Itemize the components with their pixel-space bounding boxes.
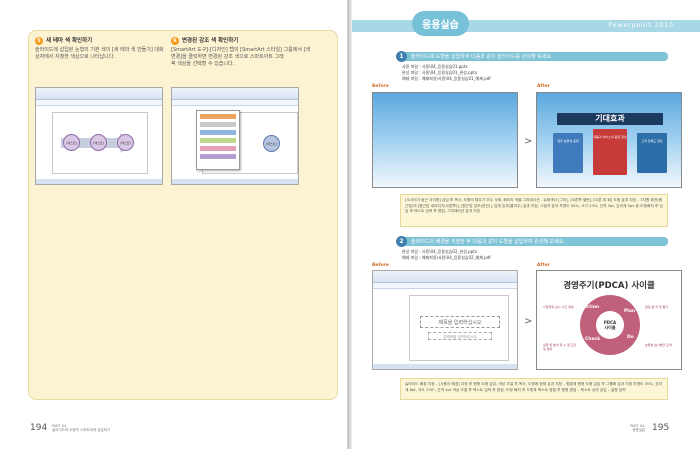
slide-canvas: [텍스트] [텍스트] [텍스트] [52,112,148,174]
after-slide-1: 기대효과 업무 효율성 증대 제품과 서비스의 품질 향상 고객 만족도 향상 [536,92,682,188]
pdca-label: 실행 및 분석 및 수 정 조건 및 결과 [543,343,577,351]
left-page: 5 새 테마 색 확인하기 슬라이드에 삽입된 눈형의 기본 색이 [새 테마 … [0,0,348,449]
smartart-node: [텍스트] [90,134,107,151]
after-slide-2: 경영주기(PDCA) 사이클 PDCA 사이클 Plan Do Check Ac… [536,270,682,370]
page-number: 194 [30,423,48,433]
pdca-label: 효율성 실시방안 모색 [645,343,672,347]
screenshot-step6: [텍스트] [171,87,299,185]
screenshot-step5: [텍스트] [텍스트] [텍스트] [35,87,163,185]
step-desc-line: [SmartArt 도구]-[디자인] 탭의 [SmartArt 스타일] 그룹… [171,47,311,53]
arrow-icon: > [524,316,533,327]
subtitle-placeholder[interactable]: 부제목을 입력하십시오 [428,332,492,340]
before-slide-1 [372,92,518,188]
part-label: PART 04. 응용실습 [630,424,646,432]
book-spread: 5 새 테마 색 확인하기 슬라이드에 삽입된 눈형의 기본 색이 [새 테마 … [0,0,700,449]
title-placeholder[interactable]: 제목을 입력하십시오 [420,316,500,328]
page-number: 195 [652,423,670,433]
step-desc-line: 상자에서 지정한 색상으로 나타납니다. [35,54,115,60]
step-title: 새 테마 색 확인하기 [46,37,93,44]
section-2-files: 완성 파일 : 사용\04_응용실습02_완성.pptx 예제 파일 : 예제파… [402,249,491,260]
smartart-node: [텍스트] [117,134,134,151]
before-label: Before [372,263,389,268]
section-2-bar: 2 슬라이드의 배경을 지정한 후 다음과 같이 도형을 삽입하여 완성해 보세… [396,236,668,247]
before-slide-2: 제목을 입력하십시오 부제목을 입력하십시오 [372,270,518,370]
book-shape: 고객 만족도 향상 [637,133,667,173]
section-number: 1 [396,51,407,62]
steps-panel: 5 새 테마 색 확인하기 슬라이드에 삽입된 눈형의 기본 색이 [새 테마 … [28,30,338,400]
header-right-text: Powerpoint 2010 [608,22,674,29]
step-desc-line: 픽 색상을 선택할 수 있습니다. [171,61,235,67]
pdca-word: Action [583,305,600,310]
before-label: Before [372,84,389,89]
pdca-label: 점검 분 석 및 평가 [645,305,669,309]
section-2-note: 슬라이드 배경 지정 – [사용자 배경] 지정 후 원형 도형 삽입, 색상 … [400,378,668,400]
step-5: 5 새 테마 색 확인하기 슬라이드에 삽입된 눈형의 기본 색이 [새 테마 … [35,37,180,61]
pdca-word: Do [627,335,634,340]
book-shape: 제품과 서비스의 품질 향상 [593,129,627,175]
section-1-files: 사용 파일 : 사용\04_응용실습01.pptx 완성 파일 : 사용\04_… [402,64,491,81]
step-6: 6 변경된 강조 색 확인하기 [SmartArt 도구]-[디자인] 탭의 [… [171,37,336,68]
step-title: 변경된 강조 색 확인하기 [182,37,239,44]
section-title: 슬라이드의 배경을 지정한 후 다음과 같이 도형을 삽입하여 완성해 보세요. [411,239,565,245]
smartart-node: [텍스트] [63,134,80,151]
after-label: After [537,84,550,89]
smartart-node: [텍스트] [263,135,280,152]
section-1-note: [오서리가 둥근 사각형] 삽입 후 복사, 도형의 채우기 모두 삭제, 페이… [400,194,668,227]
section-title: 슬라이드에 도형을 삽입하여 다음과 같이 슬라이드를 완성해 보세요. [411,54,553,60]
step-desc-line: 변경]을 클릭하면 변경된 강조 색으로 스마트아트 그래 [171,54,284,60]
arrow-icon: > [524,136,533,147]
step-desc-line: 슬라이드에 삽입된 눈형의 기본 색이 [새 테마 색 만들기] 대화 [35,47,164,53]
step-number: 5 [35,37,43,45]
pdca-center: PDCA 사이클 [596,311,624,339]
page-header-title: 응용실습 [412,11,469,36]
pdca-label: 사업계획 실시 시간 계획 [543,305,574,309]
after-label: After [537,263,550,268]
pdca-title: 경영주기(PDCA) 사이클 [563,281,655,291]
book-shape: 업무 효율성 증대 [553,133,583,173]
pdca-word: Check [585,337,601,342]
banner-title: 기대효과 [557,113,663,125]
color-change-dropdown[interactable] [196,110,240,170]
section-number: 2 [396,236,407,247]
right-page: 응용실습 Powerpoint 2010 1 슬라이드에 도형을 삽입하여 다음… [352,0,700,449]
step-number: 6 [171,37,179,45]
part-label: PART 04. 슬라이드와 도형의 스마트하게 삽입하기 [52,424,111,432]
pdca-word: Plan [624,309,636,314]
slide-canvas: 제목을 입력하십시오 부제목을 입력하십시오 [409,295,509,361]
section-1-bar: 1 슬라이드에 도형을 삽입하여 다음과 같이 슬라이드를 완성해 보세요. [396,51,668,62]
